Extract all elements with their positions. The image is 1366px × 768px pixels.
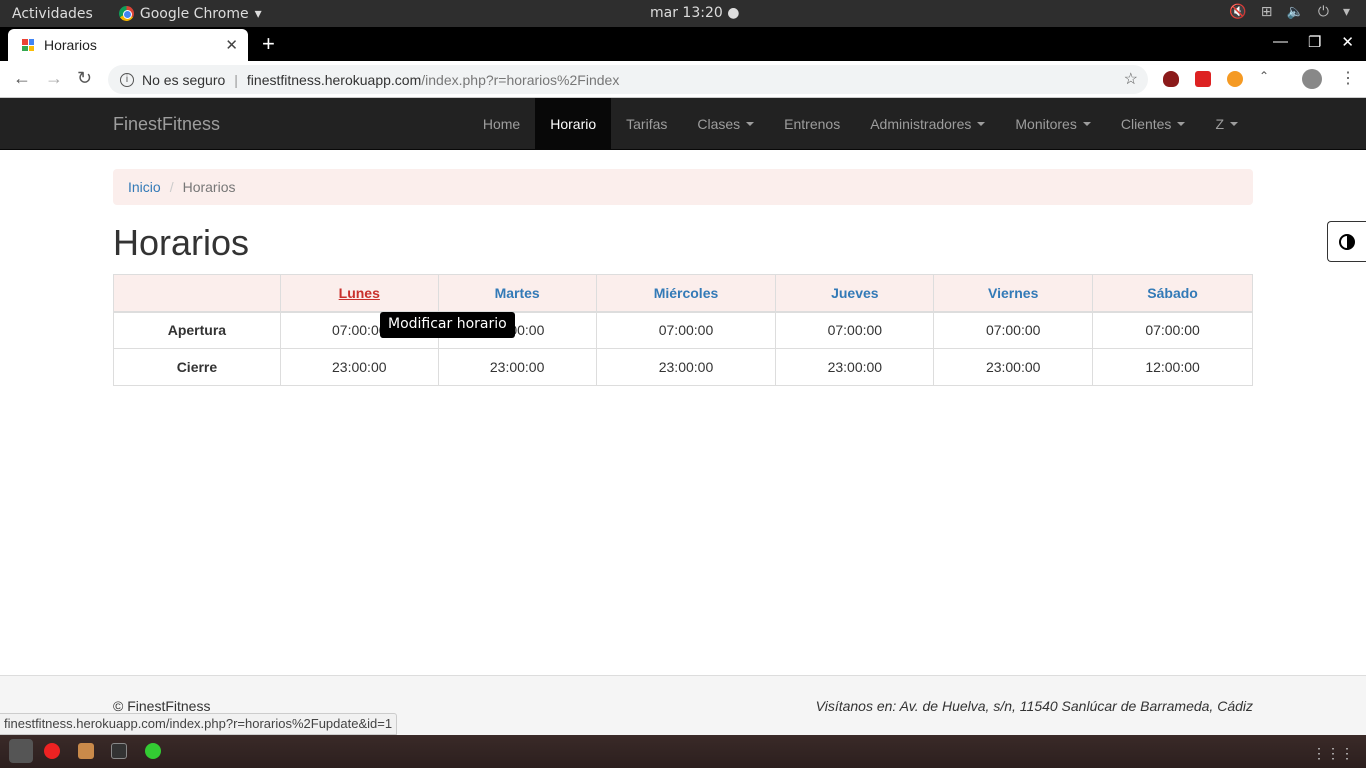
app-menu[interactable]: Google Chrome ▾ [118,5,262,22]
breadcrumb-current: Horarios [182,179,236,195]
breadcrumb: Inicio / Horarios [113,169,1253,205]
table-cell: 23:00:00 [595,348,777,386]
chevron-down-icon: ▾ [254,5,262,22]
tab-title: Horarios [44,37,97,53]
table-cell: 07:00:00 [1092,311,1253,349]
breadcrumb-home-link[interactable]: Inicio [128,179,161,195]
table-cell: 23:00:00 [933,348,1094,386]
table-cell: 07:00:00 [775,311,935,349]
corner-cell [113,274,281,313]
activities-button[interactable]: Actividades [12,6,93,22]
day-link-martes[interactable]: Martes [437,274,597,313]
separator: | [234,71,238,88]
close-tab-icon[interactable]: ✕ [225,36,238,54]
day-link-miercoles[interactable]: Miércoles [595,274,777,313]
nav-menu: Home Horario Tarifas Clases Entrenos Adm… [468,98,1253,149]
row-label: Cierre [113,348,281,386]
link-status-bar: finestfitness.herokuapp.com/index.php?r=… [0,713,398,735]
forward-button[interactable]: → [45,68,63,89]
minimize-button[interactable]: — [1273,33,1288,51]
tab-bar: Horarios ✕ + — ❐ ✕ [0,27,1366,61]
row-label: Apertura [113,311,281,349]
contrast-icon [1339,233,1355,250]
nav-horario[interactable]: Horario [535,98,612,149]
table-cell: 23:00:00 [437,348,597,386]
url-host: finestfitness.herokuapp.com [246,71,422,88]
nav-administradores-dropdown[interactable]: Administradores [855,98,1000,149]
spotify-launcher-icon[interactable] [145,743,161,759]
terminal-launcher-icon[interactable] [111,743,127,759]
table-cell: 12:00:00 [1092,348,1253,386]
day-link-sabado[interactable]: Sábado [1092,274,1253,313]
nav-user-dropdown[interactable]: Z [1200,98,1253,149]
table-row: Apertura 07:00:00 07:00:00 07:00:00 07:0… [113,311,1253,349]
new-tab-button[interactable]: + [262,31,275,57]
day-link-lunes[interactable]: Lunes [279,274,439,313]
day-link-viernes[interactable]: Viernes [933,274,1094,313]
app-name: Google Chrome [139,5,249,22]
bookmark-star-icon[interactable]: ☆ [1124,69,1138,89]
table-cell: 23:00:00 [775,348,935,386]
taskbar: ⋮⋮⋮ [0,735,1366,768]
favicon-icon [22,39,34,51]
breadcrumb-separator: / [169,179,174,195]
address-bar[interactable]: i No es seguro | finestfitness.herokuapp… [108,65,1148,94]
info-icon[interactable]: i [120,72,134,87]
day-link-jueves[interactable]: Jueves [775,274,935,313]
os-top-bar: Actividades Google Chrome ▾ mar 13:20 ● … [0,0,1366,27]
chrome-icon [118,6,134,21]
table-cell: 23:00:00 [279,348,439,386]
reload-button[interactable]: ↻ [77,68,92,89]
extension-icon[interactable] [1227,71,1243,87]
opera-launcher-icon[interactable] [44,743,60,759]
caret-down-icon [977,121,986,126]
back-button[interactable]: ← [13,68,31,89]
site-navbar: FinestFitness Home Horario Tarifas Clase… [0,98,1366,150]
nav-monitores-dropdown[interactable]: Monitores [1000,98,1105,149]
nav-clases-dropdown[interactable]: Clases [682,98,769,149]
mute-icon: 🔇 [1229,4,1247,20]
extension-icon[interactable] [1195,71,1211,87]
nav-entrenos[interactable]: Entrenos [769,98,855,149]
table-cell: 07:00:00 [933,311,1094,349]
table-cell: 07:00:00 [595,311,777,349]
schedule-table: Lunes Martes Miércoles Jueves Viernes Sá… [113,274,1253,386]
caret-down-icon [746,121,755,126]
url-path: /index.php?r=horarios%2Findex [421,71,620,88]
app-grid-icon[interactable]: ⋮⋮⋮ [1312,745,1354,762]
brand-link[interactable]: FinestFitness [113,114,220,135]
footer-address: Visítanos en: Av. de Huelva, s/n, 11540 … [815,698,1253,714]
restore-button[interactable]: ❐ [1308,33,1321,51]
chrome-launcher-icon[interactable] [9,739,33,763]
nav-home[interactable]: Home [468,98,535,149]
window-controls: — ❐ ✕ [1273,33,1354,51]
table-header-row: Lunes Martes Miércoles Jueves Viernes Sá… [113,274,1253,313]
close-window-button[interactable]: ✕ [1341,33,1354,51]
extension-icon[interactable]: ⌃ [1259,69,1275,85]
toolbar: ← → ↻ i No es seguro | finestfitness.her… [0,61,1366,98]
contrast-toggle-button[interactable] [1327,221,1366,262]
chevron-down-icon: ▾ [1342,4,1350,20]
network-icon: ⊞ [1260,4,1273,20]
clock[interactable]: mar 13:20 ● [650,5,739,21]
profile-avatar-icon[interactable] [1302,69,1322,89]
caret-down-icon [1082,121,1091,126]
page-title: Horarios [113,222,250,263]
caret-down-icon [1230,121,1238,126]
nav-clientes-dropdown[interactable]: Clientes [1106,98,1201,149]
volume-icon: 🔈 [1286,4,1304,20]
ublock-extension-icon[interactable] [1163,71,1179,87]
footer-copyright: © FinestFitness [113,698,211,714]
caret-down-icon [1177,121,1186,126]
table-row: Cierre 23:00:00 23:00:00 23:00:00 23:00:… [113,348,1253,386]
nav-tarifas[interactable]: Tarifas [611,98,682,149]
menu-kebab-icon[interactable]: ⋮ [1340,68,1356,88]
power-icon: ⏻ [1317,4,1329,20]
system-tray[interactable]: 🔇 ⊞ 🔈 ⏻ ▾ [1229,4,1350,20]
tooltip: Modificar horario [380,312,515,338]
files-launcher-icon[interactable] [78,743,94,759]
security-label: No es seguro [142,71,226,88]
browser-tab[interactable]: Horarios ✕ [8,29,248,61]
